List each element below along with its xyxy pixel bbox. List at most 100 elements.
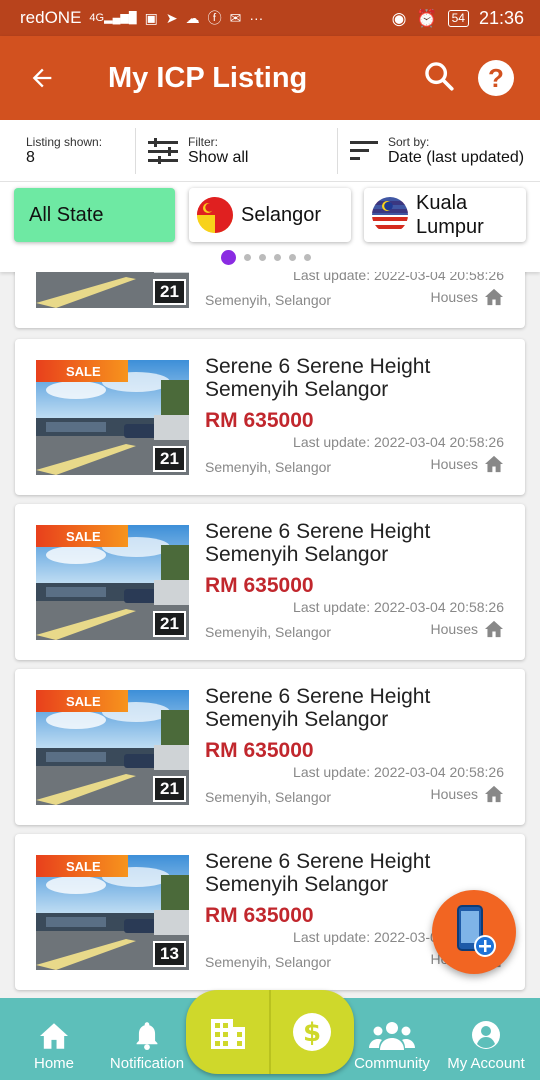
- mail-icon: ✉: [229, 10, 242, 26]
- carousel-dot-active: [221, 250, 236, 265]
- listing-property-type: Houses: [431, 288, 504, 306]
- listing-card[interactable]: SALE 21 Serene 6 Serene Height Semenyih …: [15, 669, 525, 825]
- listing-photo: 21: [36, 272, 189, 308]
- carousel-indicator: [221, 250, 311, 265]
- help-icon[interactable]: ?: [478, 60, 514, 96]
- add-listing-fab[interactable]: [432, 890, 516, 974]
- dollar-icon: $: [293, 1013, 332, 1051]
- carousel-dot: [274, 254, 281, 261]
- listing-title: Serene 6 Serene Height Semenyih Selangor: [205, 685, 431, 731]
- nav-notification-label: Notification: [109, 1055, 185, 1072]
- nav-community[interactable]: Community: [352, 998, 432, 1080]
- bell-icon: [136, 1022, 158, 1050]
- battery-icon: 54: [447, 9, 469, 27]
- listing-price: RM 635000: [205, 409, 314, 432]
- listing-card[interactable]: 21 Last update: 2022-03-04 20:58:26 Seme…: [15, 272, 525, 328]
- eye-comfort-icon: ◉: [391, 8, 407, 28]
- sale-badge: SALE: [36, 855, 128, 877]
- account-icon: [472, 1021, 500, 1049]
- listing-location: Semenyih, Selangor: [205, 954, 332, 970]
- back-button[interactable]: [0, 36, 84, 120]
- property-type-label: Houses: [430, 786, 478, 802]
- selangor-flag-icon: [197, 197, 233, 233]
- house-icon: [485, 785, 503, 803]
- facebook-icon: ⓕ: [207, 10, 222, 26]
- listing-location: Semenyih, Selangor: [205, 292, 332, 308]
- listing-photo: SALE 21: [36, 525, 189, 640]
- filter-button[interactable]: Filter: Show all: [136, 127, 338, 174]
- add-phone-icon: [457, 905, 496, 957]
- state-chip-kuala-lumpur[interactable]: Kuala Lumpur: [364, 188, 526, 242]
- property-type-label: Houses: [430, 456, 478, 472]
- listing-price: RM 635000: [205, 739, 314, 762]
- app-bar: My ICP Listing ?: [0, 36, 540, 120]
- filter-label: Filter:: [188, 134, 218, 149]
- sort-value: Date (last updated): [388, 148, 525, 166]
- svg-text:$: $: [303, 1018, 321, 1048]
- house-icon: [485, 455, 503, 473]
- nav-sales[interactable]: $: [271, 990, 354, 1074]
- gallery-icon: ▣: [144, 10, 158, 26]
- sale-badge: SALE: [36, 525, 128, 547]
- nav-my-account[interactable]: My Account: [440, 998, 532, 1080]
- carousel-dot: [304, 254, 311, 261]
- nav-home[interactable]: Home: [14, 998, 94, 1080]
- listing-card[interactable]: SALE 21 Serene 6 Serene Height Semenyih …: [15, 504, 525, 660]
- filter-bar: Listing shown: 8 Filter: Show all Sort b…: [0, 120, 540, 182]
- sort-button[interactable]: Sort by: Date (last updated): [338, 128, 540, 174]
- listing-property-type: Houses: [431, 785, 504, 803]
- listing-price: RM 635000: [205, 904, 314, 927]
- nav-notification[interactable]: Notification: [104, 998, 190, 1080]
- photo-count-badge: 21: [153, 446, 186, 472]
- listing-shown-value: 8: [26, 148, 35, 166]
- listing-price: RM 635000: [205, 574, 314, 597]
- status-bar: redONE 4G▂▄▆█ ▣ ➤ ☁ ⓕ ✉ ··· ◉ ⏰ 54 21:36: [0, 0, 540, 36]
- nav-home-label: Home: [33, 1055, 74, 1072]
- sale-badge: SALE: [36, 690, 128, 712]
- photo-count-badge: 13: [153, 941, 186, 967]
- search-button[interactable]: [422, 59, 456, 98]
- bottom-navigation: Home Notification $ Community My Account: [0, 990, 540, 1080]
- state-chip-label: Selangor: [241, 203, 322, 226]
- sale-badge: SALE: [36, 360, 128, 382]
- state-chip-selangor[interactable]: Selangor: [189, 188, 351, 242]
- page-title: My ICP Listing: [108, 61, 308, 94]
- listing-last-update: Last update: 2022-03-04 20:58:26: [293, 764, 504, 780]
- photo-count-badge: 21: [153, 776, 186, 802]
- listing-list: 21 Last update: 2022-03-04 20:58:26 Seme…: [0, 272, 540, 998]
- listing-location: Semenyih, Selangor: [205, 459, 332, 475]
- telegram-icon: ➤: [165, 10, 178, 26]
- carousel-dot: [289, 254, 296, 261]
- back-arrow-icon: [32, 68, 52, 88]
- nav-community-label: Community: [354, 1055, 430, 1072]
- listing-shown-count: Listing shown: 8: [0, 127, 136, 174]
- nav-account-label: My Account: [447, 1055, 525, 1072]
- alarm-icon: ⏰: [416, 8, 438, 28]
- state-selector: All State Selangor Kuala Lumpur: [0, 182, 540, 272]
- center-action-pill: $: [186, 990, 354, 1074]
- listing-title: Serene 6 Serene Height Semenyih Selangor: [205, 850, 431, 896]
- house-icon: [485, 288, 503, 306]
- kuala-lumpur-flag-icon: [372, 197, 408, 233]
- state-chip-label: Kuala Lumpur: [416, 192, 484, 238]
- filter-value: Show all: [188, 148, 249, 166]
- carousel-dot: [244, 254, 251, 261]
- listing-property-type: Houses: [431, 455, 504, 473]
- photo-count-badge: 21: [153, 279, 186, 305]
- sliders-icon: [148, 137, 178, 164]
- state-chip-label: All State: [29, 203, 104, 226]
- listing-photo: SALE 21: [36, 690, 189, 805]
- state-chip-all[interactable]: All State: [14, 188, 175, 242]
- nav-properties[interactable]: [186, 990, 269, 1074]
- signal-icon: 4G▂▄▆█: [89, 11, 137, 24]
- building-icon: [210, 1019, 245, 1049]
- property-type-label: Houses: [430, 289, 478, 305]
- listing-card[interactable]: SALE 21 Serene 6 Serene Height Semenyih …: [15, 339, 525, 495]
- photo-count-badge: 21: [153, 611, 186, 637]
- house-icon: [485, 620, 503, 638]
- listing-shown-label: Listing shown:: [26, 134, 103, 149]
- listing-photo: SALE 21: [36, 360, 189, 475]
- listing-last-update: Last update: 2022-03-04 20:58:26: [293, 272, 504, 283]
- carrier-label: redONE: [20, 8, 82, 27]
- listing-location: Semenyih, Selangor: [205, 789, 332, 805]
